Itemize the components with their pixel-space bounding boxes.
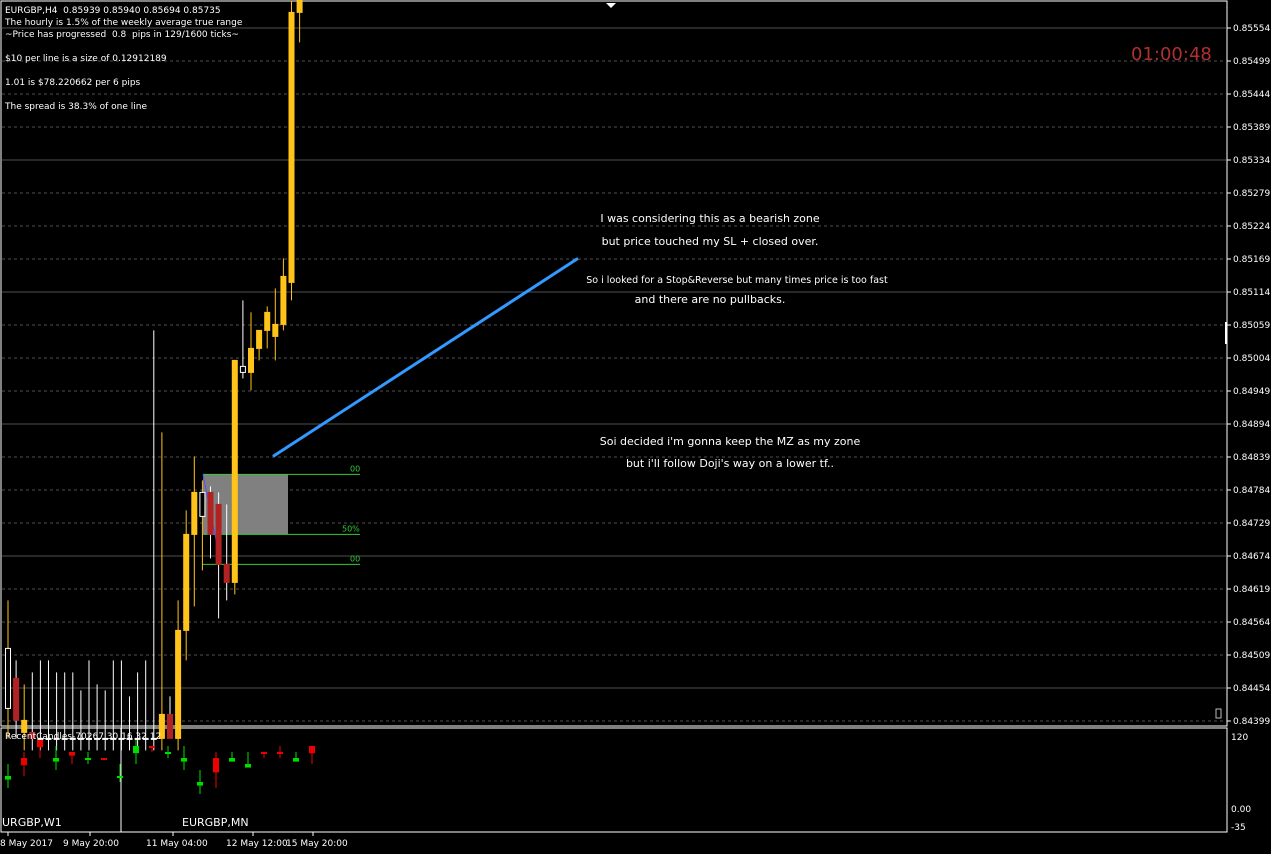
candle-body (296, 0, 303, 13)
y-tick-label: 0.84674 (1233, 552, 1270, 562)
y-tick-label: 0.84564 (1233, 618, 1270, 628)
hourly-info: The hourly is 1.5% of the weekly average… (5, 18, 243, 28)
y-tick-label: 0.84509 (1233, 651, 1270, 661)
candle-body (256, 329, 263, 349)
y-tick-label: 0.85224 (1233, 222, 1270, 232)
symbol-header: EURGBP,H4 0.85939 0.85940 0.85694 0.8573… (5, 6, 221, 16)
lower-panel-title: RecentCandles-70267 30 16 32 12 (5, 732, 162, 742)
panel-y-tick: -35 (1231, 823, 1246, 833)
mn-candle (149, 746, 155, 748)
shift-marker-icon (606, 3, 616, 8)
fib-label: 00 (350, 464, 360, 473)
candle-body (175, 629, 182, 739)
mn-label: EURGBP,MN (182, 816, 249, 829)
candle-body (191, 491, 198, 535)
y-tick-label: 0.84454 (1233, 684, 1270, 694)
y-tick-label: 0.84399 (1233, 717, 1270, 727)
w1-candle (85, 758, 91, 760)
y-tick-label: 0.85444 (1233, 90, 1270, 100)
mn-candle (165, 752, 171, 754)
candle-body (183, 533, 190, 631)
annotation-1: I was considering this as a bearish zone (600, 212, 820, 225)
panel-y-tick: 0.00 (1231, 805, 1251, 815)
fib-label: 00 (350, 554, 360, 563)
y-tick-label: 0.85004 (1233, 354, 1270, 364)
x-tick-label: 15 May 20:00 (286, 839, 348, 849)
y-tick-label: 0.85114 (1233, 288, 1270, 298)
candle-body (21, 719, 28, 733)
annotation-4: and there are no pullbacks. (634, 293, 786, 306)
w1-candle (69, 752, 75, 756)
mn-candle (293, 758, 299, 762)
candle-body (280, 275, 287, 325)
candle-body (239, 365, 246, 373)
trend-line (272, 257, 579, 458)
annotation-3: So i looked for a Stop&Reverse but many … (586, 275, 888, 286)
candle-body (199, 491, 206, 517)
x-tick-label: 8 May 2017 (0, 839, 53, 849)
progress-info: ~Price has progressed 0.8 pips in 129/16… (5, 30, 239, 40)
annotation-5: Soi decided i'm gonna keep the MZ as my … (599, 435, 861, 448)
mn-candle (309, 746, 315, 754)
x-tick-label: 9 May 20:00 (63, 839, 119, 849)
bid-marker (1225, 322, 1227, 344)
mn-candle (261, 752, 267, 754)
candle-timer: 01:00:48 (1131, 44, 1212, 65)
candle-body (288, 11, 295, 283)
size-info: $10 per line is a size of 0.12912189 (5, 54, 167, 64)
candle-body (223, 563, 230, 583)
w1-candle (21, 758, 27, 766)
mn-candle (229, 758, 235, 762)
fib-label: 50% (342, 524, 360, 533)
mn-candle (197, 782, 203, 786)
w1-candle (117, 776, 123, 778)
scroll-marker (1215, 708, 1222, 719)
candle-body (13, 677, 20, 721)
w1-candle (5, 776, 11, 780)
x-tick-label: 11 May 04:00 (146, 839, 208, 849)
annotation-2: but price touched my SL + closed over. (601, 235, 819, 248)
y-tick-label: 0.84949 (1233, 387, 1270, 397)
candle-body (167, 713, 173, 739)
y-tick-label: 0.85334 (1233, 156, 1270, 166)
mn-candle (277, 752, 283, 754)
y-tick-label: 0.84839 (1233, 453, 1270, 463)
y-tick-label: 0.85554 (1233, 24, 1270, 34)
mn-candle (133, 746, 139, 754)
y-tick-label: 0.85279 (1233, 189, 1270, 199)
y-tick-label: 0.85169 (1233, 255, 1270, 265)
lot-info: 1.01 is $78.220662 per 6 pips (5, 78, 141, 88)
spread-info: The spread is 38.3% of one line (5, 102, 148, 112)
w1-candle (53, 758, 59, 762)
y-tick-label: 0.85389 (1233, 123, 1270, 133)
candle-body (5, 647, 11, 709)
w1-label: URGBP,W1 (2, 816, 62, 829)
candle-body (248, 347, 254, 373)
mn-candle (181, 758, 187, 762)
price-chart[interactable]: 0.85554 0.85499 0.85444 0.85389 0.85334 0.852… (0, 0, 1271, 854)
candle-body (272, 323, 279, 337)
y-tick-label: 0.84894 (1233, 420, 1270, 430)
candle-body (264, 311, 271, 331)
y-tick-label: 0.85499 (1233, 57, 1270, 67)
mn-candle (245, 764, 251, 768)
candle-body (207, 491, 214, 535)
x-tick-label: 12 May 12:00 (226, 839, 288, 849)
mn-candle (213, 758, 219, 773)
candle-body (215, 503, 222, 565)
y-tick-label: 0.85059 (1233, 321, 1270, 331)
y-tick-label: 0.84619 (1233, 585, 1270, 595)
w1-candle (101, 758, 107, 760)
y-tick-label: 0.84729 (1233, 519, 1270, 529)
y-tick-label: 0.84784 (1233, 486, 1270, 496)
panel-y-tick: 120 (1231, 733, 1248, 743)
candle-body (231, 359, 238, 583)
annotation-6: but i'll follow Doji's way on a lower tf… (625, 457, 835, 470)
